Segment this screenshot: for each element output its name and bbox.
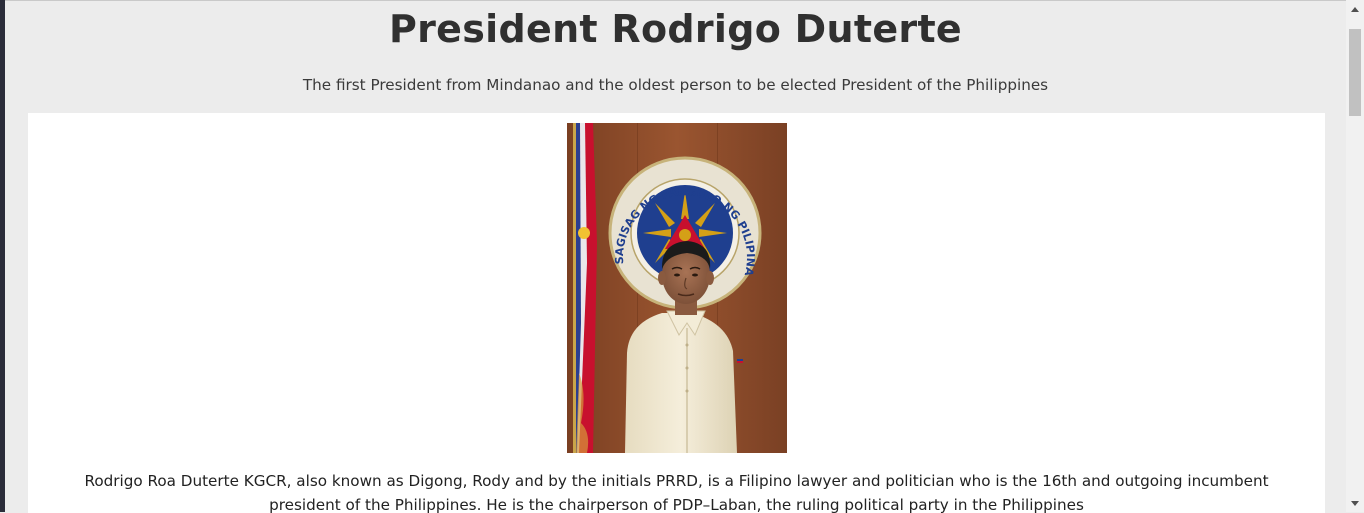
scroll-up-button[interactable] <box>1346 0 1364 18</box>
philippine-flag <box>573 123 597 453</box>
bio-paragraph: Rodrigo Roa Duterte KGCR, also known as … <box>84 472 1269 513</box>
scrollbar-thumb[interactable] <box>1349 29 1361 116</box>
scroll-down-button[interactable] <box>1346 494 1364 512</box>
page-title: President Rodrigo Duterte <box>388 7 962 51</box>
page-content: President Rodrigo Duterte The first Pres… <box>5 0 1346 513</box>
vertical-scrollbar[interactable] <box>1346 0 1364 512</box>
president-portrait-image: SAGISAG NG PANGULO NG PILIPINAS <box>567 123 787 453</box>
content-card: SAGISAG NG PANGULO NG PILIPINAS <box>28 113 1325 513</box>
chevron-up-icon <box>1351 6 1359 12</box>
chevron-down-icon <box>1351 500 1359 506</box>
page-subtitle: The first President from Mindanao and th… <box>302 76 1049 94</box>
